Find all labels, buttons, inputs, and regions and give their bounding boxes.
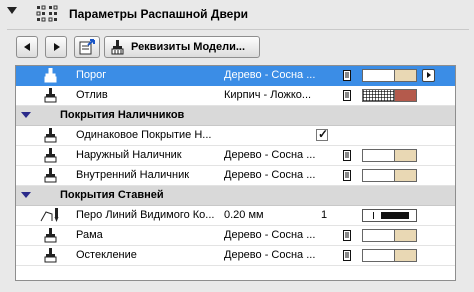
surfaces-table: Порог Дерево - Сосна ... Отлив Кирпич - … <box>15 65 456 281</box>
row-name: Перо Линий Видимого Ко... <box>76 209 215 221</box>
color-swatch[interactable] <box>395 89 417 102</box>
table-row-same-casing[interactable]: Одинаковое Покрытие Н... ✓ <box>16 126 455 146</box>
table-row-threshold[interactable]: Порог Дерево - Сосна ... <box>16 66 455 86</box>
row-value[interactable]: Дерево - Сосна ... <box>224 169 329 181</box>
paint-brush-icon <box>44 168 57 183</box>
table-row-inner-casing[interactable]: Внутренний Наличник Дерево - Сосна ... <box>16 166 455 186</box>
pattern-swatch[interactable] <box>362 229 395 242</box>
paint-brush-icon <box>111 40 124 55</box>
pattern-swatch[interactable] <box>362 249 395 262</box>
pen-number[interactable]: 1 <box>321 209 341 221</box>
paint-brush-icon <box>44 128 57 143</box>
group-name: Покрытия Ставней <box>60 189 164 201</box>
checkmark-icon: ✓ <box>318 127 329 141</box>
row-value[interactable]: 0.20 мм <box>224 209 329 221</box>
collapse-arrow-icon[interactable] <box>7 7 17 14</box>
line-weight-swatch[interactable] <box>362 209 417 222</box>
row-name: Рама <box>76 229 103 241</box>
material-doc-icon[interactable] <box>343 70 351 81</box>
row-name: Наружный Наличник <box>76 149 182 161</box>
import-settings-button[interactable] <box>74 36 100 58</box>
pen-line-icon <box>40 208 59 222</box>
paint-brush-icon <box>44 68 57 83</box>
paint-brush-icon <box>44 248 57 263</box>
same-casing-checkbox[interactable]: ✓ <box>316 127 329 141</box>
header-divider <box>7 29 469 30</box>
paint-brush-icon <box>44 148 57 163</box>
arrow-left-icon <box>24 43 30 51</box>
row-value[interactable]: Дерево - Сосна ... <box>224 229 329 241</box>
pattern-swatch[interactable] <box>362 169 395 182</box>
material-doc-icon[interactable] <box>343 250 351 261</box>
table-row-frame[interactable]: Рама Дерево - Сосна ... <box>16 226 455 246</box>
row-name: Одинаковое Покрытие Н... <box>76 129 212 141</box>
paint-brush-icon <box>44 88 57 103</box>
table-row-glazing[interactable]: Остекление Дерево - Сосна ... <box>16 246 455 266</box>
model-attributes-button[interactable]: Реквизиты Модели... <box>104 36 260 58</box>
row-value[interactable]: Дерево - Сосна ... <box>224 249 329 261</box>
group-header-shutters[interactable]: Покрытия Ставней <box>16 186 455 206</box>
panel-header: Параметры Распашной Двери <box>0 0 474 30</box>
color-swatch[interactable] <box>395 149 417 162</box>
import-icon <box>79 39 95 55</box>
material-doc-icon[interactable] <box>343 170 351 181</box>
arrow-right-icon <box>54 43 60 51</box>
row-name: Остекление <box>76 249 137 261</box>
brick-pattern-swatch[interactable] <box>362 89 395 102</box>
row-name: Порог <box>76 69 107 81</box>
table-row-sill[interactable]: Отлив Кирпич - Ложко... <box>16 86 455 106</box>
panel-title: Параметры Распашной Двери <box>69 7 249 21</box>
material-doc-icon[interactable] <box>343 90 351 101</box>
pattern-swatch[interactable] <box>362 149 395 162</box>
paint-brush-icon <box>44 228 57 243</box>
table-row-outer-casing[interactable]: Наружный Наличник Дерево - Сосна ... <box>16 146 455 166</box>
group-header-casings[interactable]: Покрытия Наличников <box>16 106 455 126</box>
group-name: Покрытия Наличников <box>60 109 185 121</box>
color-swatch[interactable] <box>395 169 417 182</box>
color-swatch[interactable] <box>395 249 417 262</box>
door-settings-icon <box>36 5 58 22</box>
table-row-visible-line-pen[interactable]: Перо Линий Видимого Ко... 0.20 мм 1 <box>16 206 455 226</box>
material-doc-icon[interactable] <box>343 230 351 241</box>
row-value[interactable]: Дерево - Сосна ... <box>224 69 329 81</box>
row-name: Внутренний Наличник <box>76 169 190 181</box>
expand-arrow-icon[interactable] <box>422 69 435 82</box>
color-swatch[interactable] <box>395 69 417 82</box>
expand-triangle-icon[interactable] <box>21 112 31 118</box>
model-attributes-label: Реквизиты Модели... <box>131 41 246 53</box>
previous-button[interactable] <box>16 36 38 58</box>
next-button[interactable] <box>45 36 67 58</box>
row-value[interactable]: Дерево - Сосна ... <box>224 149 329 161</box>
row-name: Отлив <box>76 89 108 101</box>
pattern-swatch[interactable] <box>362 69 395 82</box>
row-value[interactable]: Кирпич - Ложко... <box>224 89 329 101</box>
color-swatch[interactable] <box>395 229 417 242</box>
expand-triangle-icon[interactable] <box>21 192 31 198</box>
material-doc-icon[interactable] <box>343 150 351 161</box>
